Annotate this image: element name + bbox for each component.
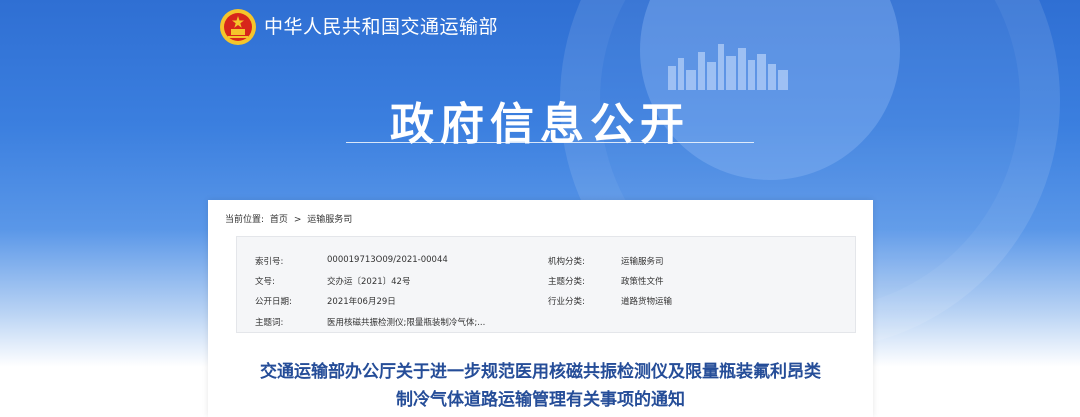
document-title: 交通运输部办公厅关于进一步规范医用核磁共振检测仪及限量瓶装氟利昂类 制冷气体道路… (208, 358, 873, 414)
breadcrumb-label: 当前位置: (225, 215, 265, 225)
city-skyline-icon (668, 44, 788, 90)
content-panel: 当前位置: 首页 > 运输服务司 索引号: 000019713O09/2021-… (208, 200, 873, 417)
doc-no-label: 文号: (255, 277, 275, 287)
national-emblem-icon (220, 9, 256, 45)
industry-category-label: 行业分类: (548, 297, 585, 307)
topic-category-value: 政策性文件 (621, 277, 664, 287)
org-category-label: 机构分类: (548, 257, 585, 267)
title-divider (346, 142, 754, 143)
publish-date-label: 公开日期: (255, 297, 292, 307)
org-category-value: 运输服务司 (621, 257, 664, 267)
index-no-label: 索引号: (255, 257, 284, 267)
subject-words-value: 医用核磁共振检测仪;限量瓶装制冷气体;... (327, 318, 486, 328)
ministry-name[interactable]: 中华人民共和国交通运输部 (264, 12, 498, 39)
breadcrumb-home-link[interactable]: 首页 (270, 215, 288, 225)
header-banner: 中华人民共和国交通运输部 政府信息公开 当前位置: 首页 > 运输服务司 索引号… (0, 0, 1080, 417)
doc-no-value: 交办运〔2021〕42号 (327, 277, 411, 287)
subject-words-label: 主题词: (255, 318, 284, 328)
breadcrumb: 当前位置: 首页 > 运输服务司 (225, 212, 355, 225)
breadcrumb-separator: > (293, 215, 302, 225)
document-title-line2: 制冷气体道路运输管理有关事项的通知 (396, 390, 685, 410)
index-no-value: 000019713O09/2021-00044 (327, 255, 448, 265)
publish-date-value: 2021年06月29日 (327, 297, 396, 307)
document-metadata-table: 索引号: 000019713O09/2021-00044 机构分类: 运输服务司… (236, 236, 856, 333)
document-title-line1: 交通运输部办公厅关于进一步规范医用核磁共振检测仪及限量瓶装氟利昂类 (260, 362, 821, 382)
topic-category-label: 主题分类: (548, 277, 585, 287)
industry-category-value: 道路货物运输 (621, 297, 673, 307)
breadcrumb-current-link[interactable]: 运输服务司 (307, 215, 352, 225)
